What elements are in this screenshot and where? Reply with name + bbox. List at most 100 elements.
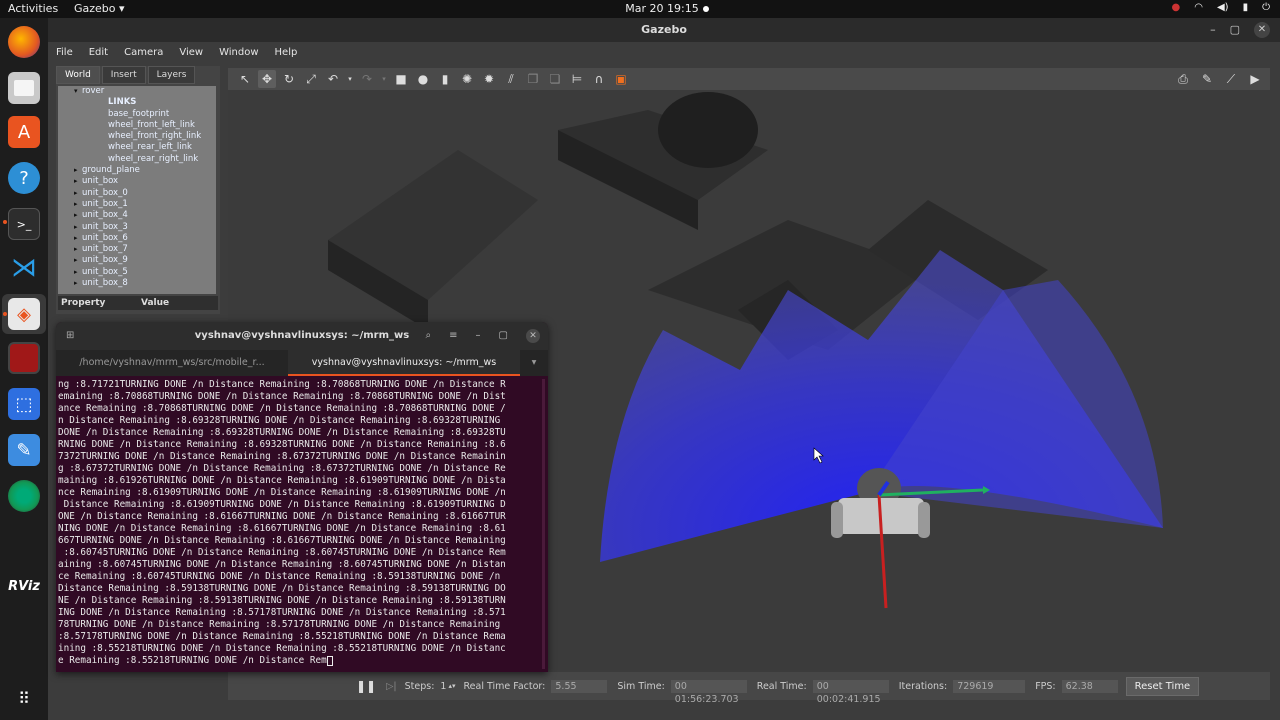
- search-icon[interactable]: ⌕: [426, 322, 432, 350]
- expand-right-icon[interactable]: ▸: [74, 222, 82, 233]
- tree-item[interactable]: wheel_front_left_link: [58, 120, 216, 131]
- directional-light-icon[interactable]: ⫽: [502, 70, 520, 88]
- terminal-tab-1[interactable]: /home/vyshnav/mrm_ws/src/mobile_r...: [56, 350, 288, 376]
- expand-right-icon[interactable]: ▸: [74, 267, 82, 278]
- chrome-icon[interactable]: [8, 480, 40, 512]
- tree-item[interactable]: wheel_rear_right_link: [58, 154, 216, 165]
- wifi-icon[interactable]: ◠: [1194, 2, 1203, 13]
- firefox-icon[interactable]: [8, 26, 40, 58]
- undo-icon[interactable]: ↶: [324, 70, 342, 88]
- tree-item[interactable]: LINKS: [58, 97, 216, 108]
- tree-item[interactable]: ▸ unit_box_7: [58, 244, 216, 255]
- new-tab-icon[interactable]: ⊞: [66, 322, 74, 350]
- expand-right-icon[interactable]: ▸: [74, 165, 82, 176]
- rviz-icon[interactable]: RViz: [8, 570, 40, 602]
- expand-right-icon[interactable]: ▸: [74, 188, 82, 199]
- text-editor-icon[interactable]: ✎: [8, 434, 40, 466]
- point-light-icon[interactable]: ✺: [458, 70, 476, 88]
- rotate-icon[interactable]: ↻: [280, 70, 298, 88]
- align-icon[interactable]: ⊨: [568, 70, 586, 88]
- tree-item[interactable]: wheel_front_right_link: [58, 131, 216, 142]
- files-icon[interactable]: [8, 72, 40, 104]
- pause-icon[interactable]: ❚❚: [356, 679, 376, 693]
- screenshot-icon[interactable]: ⎙: [1174, 70, 1192, 88]
- menu-camera[interactable]: Camera: [124, 47, 163, 58]
- steps-value[interactable]: 1: [440, 681, 446, 692]
- tab-insert[interactable]: Insert: [101, 66, 146, 84]
- tree-item[interactable]: ▸ unit_box_5: [58, 267, 216, 278]
- copy-icon[interactable]: ❐: [524, 70, 542, 88]
- tree-item[interactable]: base_footprint: [58, 109, 216, 120]
- expand-right-icon[interactable]: ▸: [74, 210, 82, 221]
- tree-item[interactable]: ▸ unit_box_8: [58, 278, 216, 289]
- tab-world[interactable]: World: [56, 66, 100, 84]
- activities-button[interactable]: Activities: [8, 2, 58, 15]
- terminal-scrollbar[interactable]: [542, 379, 545, 669]
- tree-item[interactable]: ▸ unit_box_3: [58, 222, 216, 233]
- battery-icon[interactable]: ▮: [1243, 2, 1249, 13]
- show-apps-icon[interactable]: ⠿: [8, 682, 40, 714]
- menu-window[interactable]: Window: [219, 47, 258, 58]
- system-tray[interactable]: ● ◠ ◀) ▮ ⏻: [1172, 2, 1271, 13]
- app-store-icon[interactable]: A: [8, 116, 40, 148]
- menu-file[interactable]: File: [56, 47, 73, 58]
- sphere-icon[interactable]: ●: [414, 70, 432, 88]
- view-angle-icon[interactable]: ▣: [612, 70, 630, 88]
- plot-icon[interactable]: ⟋: [1222, 70, 1240, 88]
- tree-item[interactable]: ▸ unit_box_1: [58, 199, 216, 210]
- volume-icon[interactable]: ◀): [1217, 2, 1229, 13]
- terminal-red-icon[interactable]: [8, 342, 40, 374]
- menu-help[interactable]: Help: [275, 47, 298, 58]
- expand-right-icon[interactable]: ▸: [74, 255, 82, 266]
- log-icon[interactable]: ✎: [1198, 70, 1216, 88]
- power-menu-icon[interactable]: ⏻: [1262, 2, 1270, 13]
- terminal-output[interactable]: ng :8.71721TURNING DONE /n Distance Rema…: [58, 379, 542, 669]
- tree-item[interactable]: ▸ unit_box_9: [58, 255, 216, 266]
- tree-item[interactable]: ▸ unit_box_4: [58, 210, 216, 221]
- video-icon[interactable]: ▶: [1246, 70, 1264, 88]
- menu-edit[interactable]: Edit: [89, 47, 108, 58]
- minimize-icon[interactable]: –: [1210, 18, 1216, 42]
- clock[interactable]: Mar 20 19:15: [612, 2, 722, 15]
- redo-icon[interactable]: ↷: [358, 70, 376, 88]
- tree-item[interactable]: ▸ unit_box_0: [58, 188, 216, 199]
- spot-light-icon[interactable]: ✹: [480, 70, 498, 88]
- gazebo-icon[interactable]: ◈: [8, 298, 40, 330]
- terminal-icon[interactable]: >_: [8, 208, 40, 240]
- translate-icon[interactable]: ✥: [258, 70, 276, 88]
- close-icon[interactable]: ✕: [526, 329, 540, 343]
- record-icon[interactable]: ●: [1172, 2, 1181, 13]
- terminal-tab-2[interactable]: vyshnav@vyshnavlinuxsys: ~/mrm_ws: [288, 350, 520, 376]
- window-titlebar[interactable]: Gazebo – ▢ ✕: [48, 18, 1280, 42]
- cylinder-icon[interactable]: ▮: [436, 70, 454, 88]
- expand-down-icon[interactable]: ▾: [74, 86, 82, 97]
- paste-icon[interactable]: ❏: [546, 70, 564, 88]
- app-menu[interactable]: Gazebo ▾: [74, 2, 125, 15]
- hamburger-menu-icon[interactable]: ≡: [449, 322, 457, 350]
- tree-item[interactable]: wheel_rear_left_link: [58, 142, 216, 153]
- tab-layers[interactable]: Layers: [147, 66, 196, 84]
- select-arrow-icon[interactable]: ↖: [236, 70, 254, 88]
- expand-right-icon[interactable]: ▸: [74, 176, 82, 187]
- expand-right-icon[interactable]: ▸: [74, 233, 82, 244]
- expand-right-icon[interactable]: ▸: [74, 244, 82, 255]
- snap-icon[interactable]: ∩: [590, 70, 608, 88]
- vscode-icon[interactable]: ⋊: [8, 252, 40, 284]
- model-tree[interactable]: ▾ rover LINKS base_footprint wheel_front_lef…: [58, 86, 216, 294]
- tabs-dropdown-icon[interactable]: ▾: [520, 350, 548, 376]
- close-icon[interactable]: ✕: [1254, 22, 1270, 38]
- redo-dropdown-icon[interactable]: ▾: [380, 70, 388, 88]
- terminal-titlebar[interactable]: ⊞ vyshnav@vyshnavlinuxsys: ~/mrm_ws ⌕ ≡ …: [56, 322, 548, 350]
- tree-item[interactable]: ▸ unit_box: [58, 176, 216, 187]
- steps-stepper-icon[interactable]: ▴▾: [448, 682, 455, 690]
- step-icon[interactable]: ▷|: [386, 681, 397, 692]
- reset-time-button[interactable]: Reset Time: [1125, 676, 1200, 696]
- maximize-icon[interactable]: ▢: [1230, 18, 1240, 42]
- menu-view[interactable]: View: [179, 47, 203, 58]
- tree-item[interactable]: ▸ unit_box_6: [58, 233, 216, 244]
- expand-right-icon[interactable]: ▸: [74, 278, 82, 289]
- scale-icon[interactable]: ⤢: [302, 70, 320, 88]
- expand-right-icon[interactable]: ▸: [74, 199, 82, 210]
- tree-item[interactable]: ▾ rover: [58, 86, 216, 97]
- tree-item[interactable]: ▸ ground_plane: [58, 165, 216, 176]
